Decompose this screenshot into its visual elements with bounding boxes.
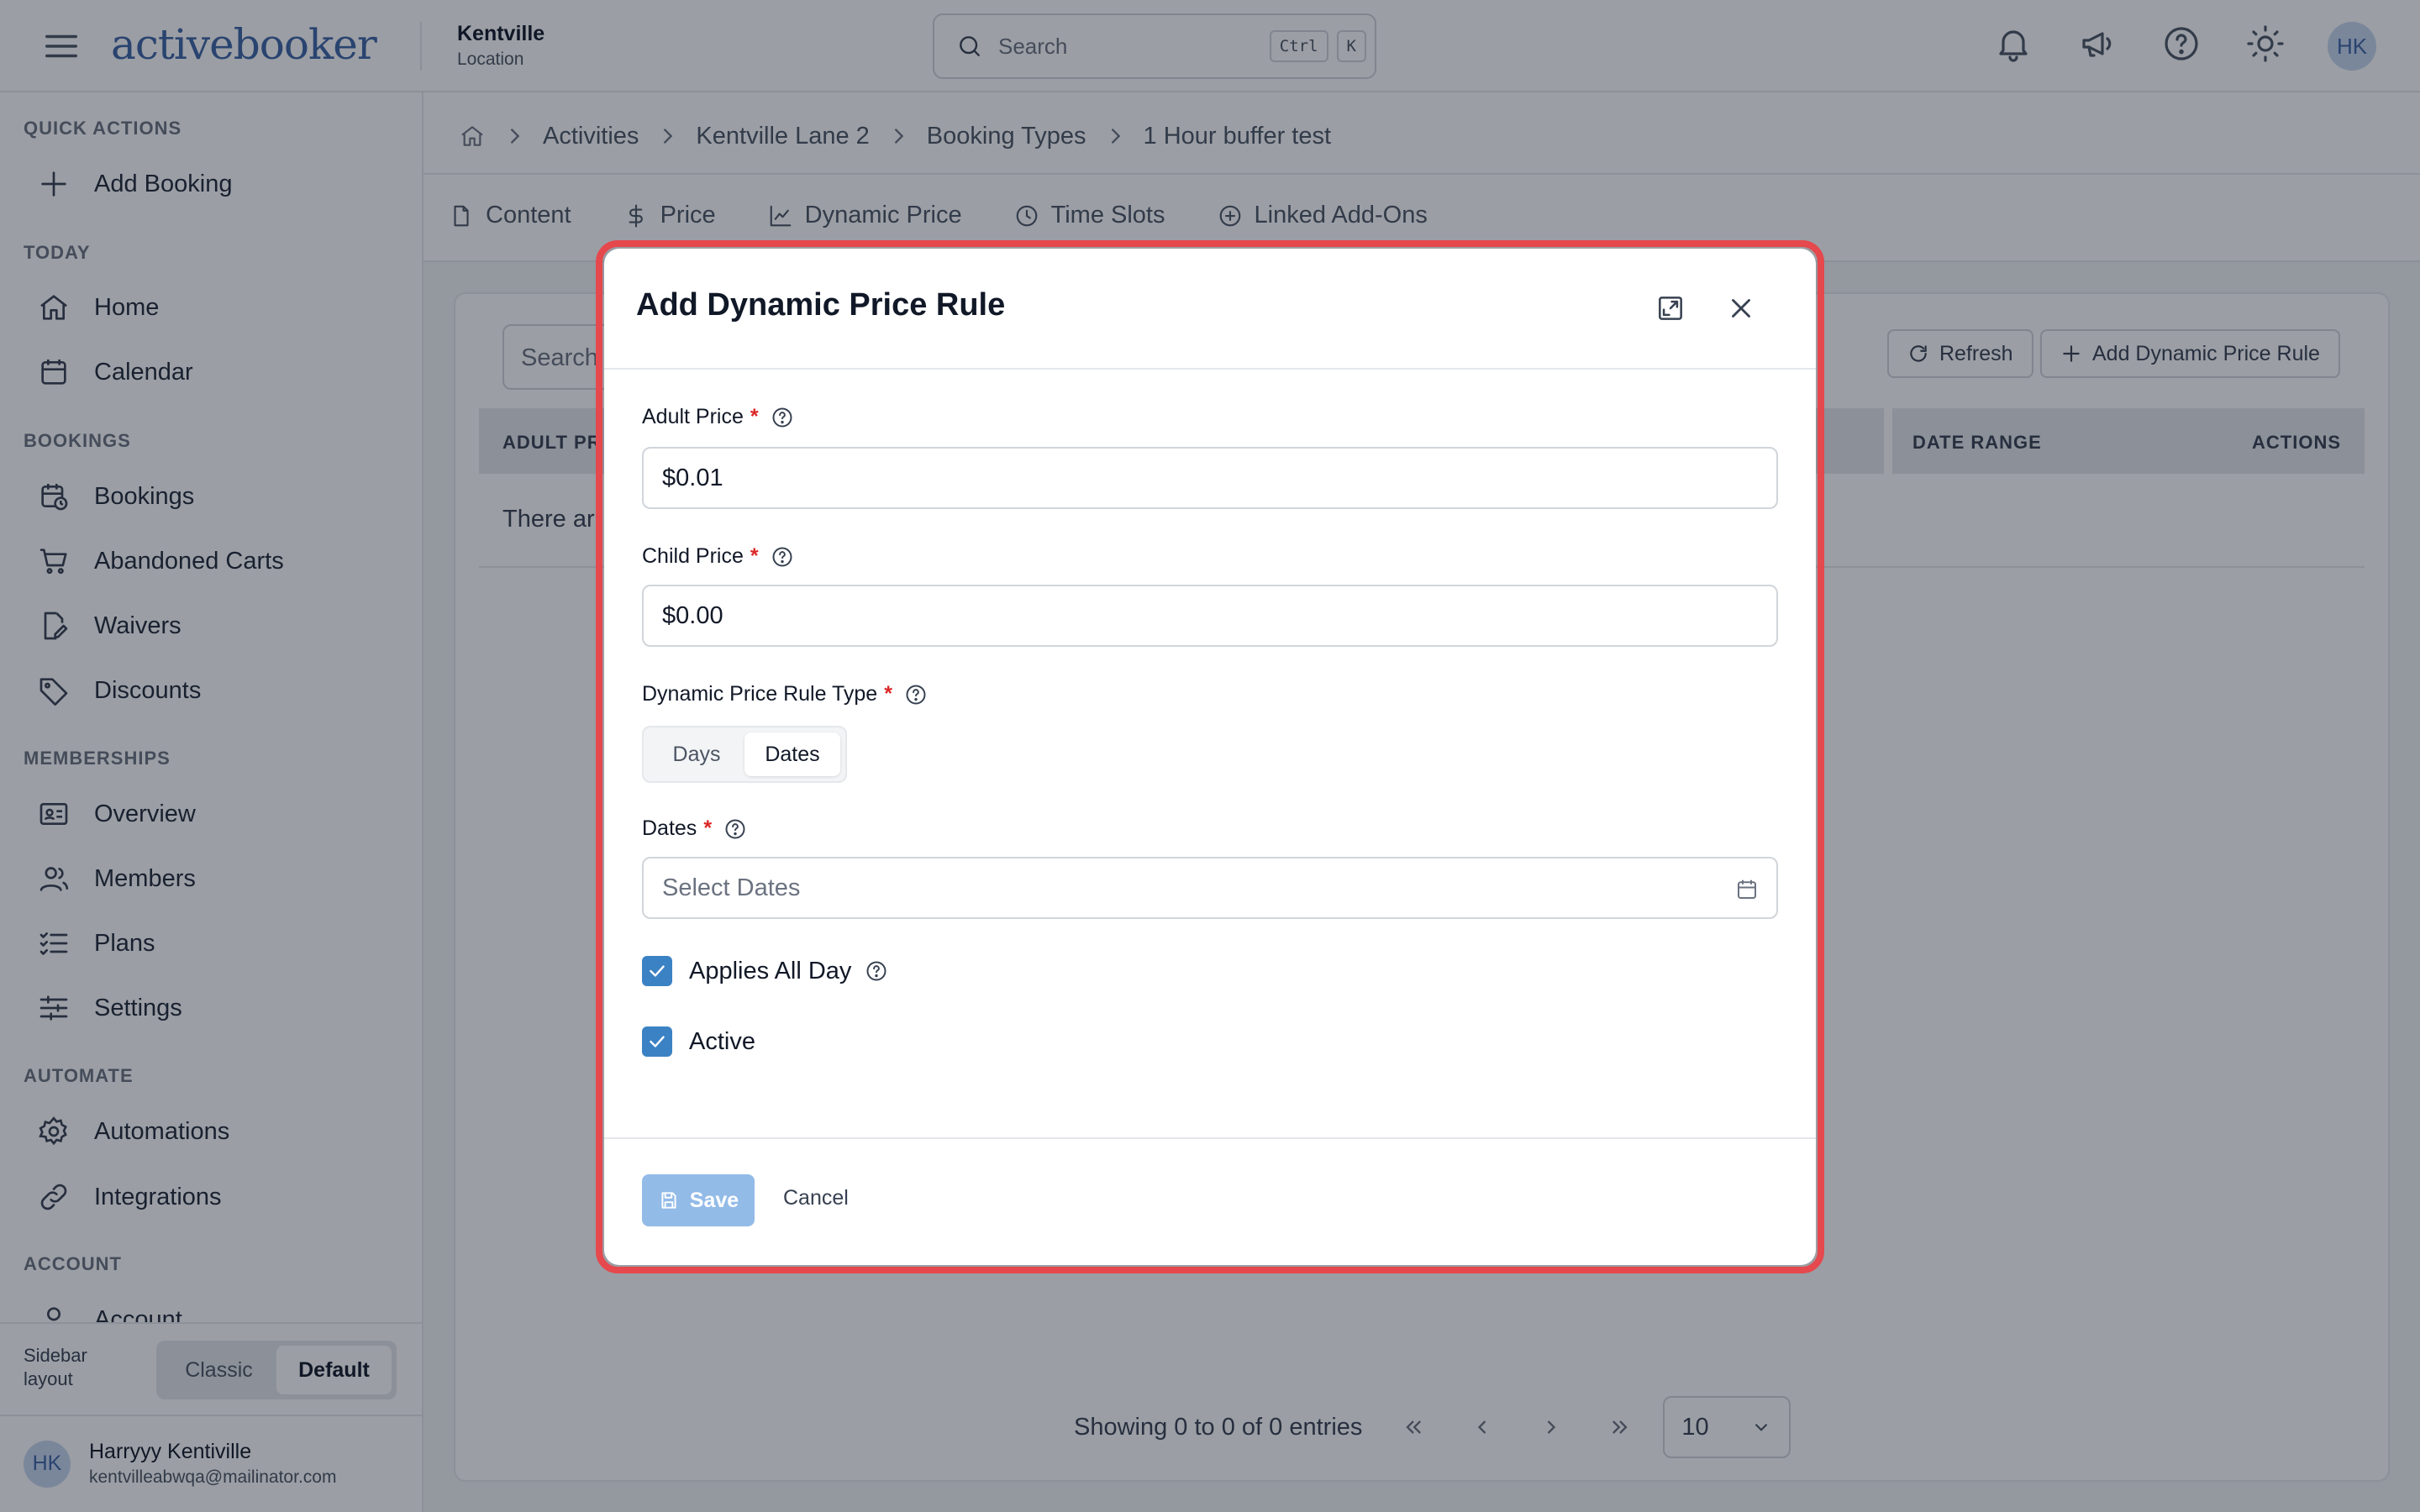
- help-circle-icon[interactable]: [771, 545, 794, 569]
- help-circle-icon[interactable]: [865, 959, 888, 983]
- required-mark: *: [703, 816, 713, 840]
- rule-type-label: Dynamic Price Rule Type *: [642, 682, 928, 706]
- expand-icon[interactable]: [1655, 292, 1686, 324]
- adult-price-input[interactable]: $0.01: [642, 447, 1778, 509]
- required-mark: *: [884, 682, 892, 706]
- applies-all-day-checkbox[interactable]: [642, 956, 672, 986]
- calendar-icon: [1734, 877, 1760, 902]
- required-mark: *: [750, 405, 759, 428]
- active-label: Active: [689, 1027, 755, 1055]
- rule-type-dates[interactable]: Dates: [744, 732, 840, 776]
- rule-type-days[interactable]: Days: [649, 732, 744, 776]
- dates-picker[interactable]: Select Dates: [642, 857, 1778, 919]
- active-checkbox-row: Active: [642, 1026, 755, 1057]
- child-price-label: Child Price *: [642, 544, 794, 569]
- save-button[interactable]: Save: [642, 1174, 755, 1226]
- applies-all-day-checkbox-row: Applies All Day: [642, 956, 888, 986]
- close-icon[interactable]: [1725, 292, 1757, 324]
- dates-placeholder: Select Dates: [662, 874, 801, 901]
- rule-type-toggle: Days Dates: [642, 726, 847, 783]
- help-circle-icon[interactable]: [723, 817, 747, 841]
- save-icon: [658, 1189, 680, 1211]
- save-label: Save: [689, 1188, 739, 1212]
- modal-footer-divider: [604, 1137, 1816, 1139]
- required-mark: *: [750, 544, 759, 568]
- dates-label-text: Dates: [642, 816, 697, 840]
- help-circle-icon[interactable]: [904, 683, 928, 706]
- rule-type-label-text: Dynamic Price Rule Type: [642, 682, 878, 706]
- add-dynamic-price-rule-modal: Add Dynamic Price Rule Adult Price * $0.…: [604, 249, 1816, 1265]
- dates-label: Dates *: [642, 816, 747, 841]
- modal-title: Add Dynamic Price Rule: [636, 287, 1006, 323]
- active-checkbox[interactable]: [642, 1026, 672, 1057]
- modal-header: Add Dynamic Price Rule: [604, 249, 1816, 370]
- applies-all-day-label: Applies All Day: [689, 957, 852, 984]
- child-price-input[interactable]: $0.00: [642, 585, 1778, 647]
- adult-price-label-text: Adult Price: [642, 405, 744, 428]
- adult-price-label: Adult Price *: [642, 405, 794, 429]
- help-circle-icon[interactable]: [771, 406, 794, 429]
- cancel-button[interactable]: Cancel: [783, 1186, 849, 1210]
- child-price-label-text: Child Price: [642, 544, 744, 568]
